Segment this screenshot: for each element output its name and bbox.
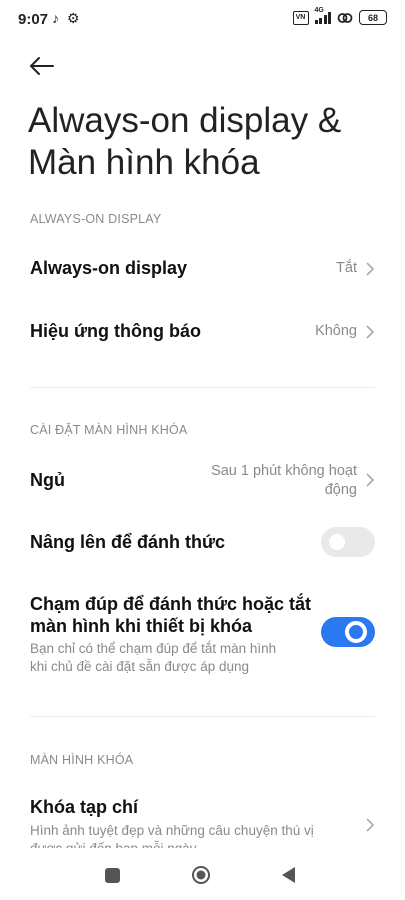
section-header-lock-screen: MÀN HÌNH KHÓA [30, 753, 134, 767]
tiktok-icon: ♪ [52, 10, 59, 26]
chevron-right-icon [366, 325, 375, 339]
sleep-value-line2: động [324, 482, 357, 498]
hotspot-icon [337, 12, 353, 23]
chevron-right-icon [366, 818, 375, 832]
chevron-right-icon [366, 262, 375, 276]
aod-row[interactable]: Always-on display Tắt [0, 246, 405, 292]
section-header-aod: ALWAYS-ON DISPLAY [30, 212, 162, 226]
status-bar: 9:07 ♪ ⚙ VN 4G 68 [0, 0, 405, 40]
section-header-lock-settings: CÀI ĐẶT MÀN HÌNH KHÓA [30, 423, 188, 437]
toggle-knob [329, 534, 345, 550]
signal-strength-icon: 4G [314, 7, 331, 24]
navigation-bar [0, 848, 405, 900]
sleep-label: Ngủ [30, 470, 65, 490]
aod-value: Tắt [336, 260, 357, 276]
double-tap-desc-line2: khi chủ đề cài đặt sẵn được áp dụng [30, 659, 250, 674]
aod-label: Always-on display [30, 258, 188, 278]
magazine-lock-row[interactable]: Khóa tạp chí Hình ảnh tuyệt đẹp và những… [0, 790, 405, 856]
home-button-icon[interactable] [191, 865, 211, 885]
double-tap-description: Bạn chỉ có thể chạm đúp để tắt màn hình … [30, 640, 330, 676]
battery-icon: 68 [359, 10, 387, 25]
notification-effect-label: Hiệu ứng thông báo [30, 321, 202, 341]
double-tap-label-line2: màn hình khi thiết bị khóa [30, 616, 253, 636]
raise-to-wake-label: Nâng lên để đánh thức [30, 532, 226, 552]
back-button[interactable] [26, 50, 58, 82]
sleep-row[interactable]: Ngủ Sau 1 phút không hoạt động [0, 456, 405, 504]
magazine-lock-label: Khóa tạp chí [30, 797, 139, 817]
raise-to-wake-toggle[interactable] [321, 527, 375, 557]
double-tap-toggle[interactable] [321, 617, 375, 647]
recents-button-icon[interactable] [105, 868, 120, 883]
chevron-right-icon [366, 473, 375, 487]
notification-effect-row[interactable]: Hiệu ứng thông báo Không [0, 309, 405, 355]
settings-gear-icon: ⚙ [66, 10, 80, 26]
nav-back-button-icon[interactable] [280, 866, 296, 884]
toggle-knob [345, 621, 367, 643]
back-arrow-icon [30, 57, 54, 75]
double-tap-label: Chạm đúp để đánh thức hoặc tắt màn hình … [30, 593, 311, 637]
raise-to-wake-row: Nâng lên để đánh thức [0, 522, 405, 564]
section-divider [30, 387, 375, 388]
status-left-icons: ♪ ⚙ [52, 10, 83, 27]
sim-card-icon: VN [292, 10, 309, 25]
double-tap-desc-line1: Bạn chỉ có thể chạm đúp để tắt màn hình [30, 641, 277, 656]
sleep-value-line1: Sau 1 phút không hoạt [211, 463, 357, 479]
status-right-icons: VN 4G 68 [292, 7, 387, 25]
status-time: 9:07 [18, 11, 49, 28]
sleep-value: Sau 1 phút không hoạt động [211, 462, 357, 500]
network-type-label: 4G [314, 7, 324, 14]
section-divider [30, 716, 375, 717]
page-title: Always-on display & Màn hình khóa [28, 101, 342, 182]
notification-effect-value: Không [315, 323, 357, 339]
double-tap-row: Chạm đúp để đánh thức hoặc tắt màn hình … [0, 590, 405, 682]
double-tap-label-line1: Chạm đúp để đánh thức hoặc tắt [30, 594, 312, 614]
magazine-lock-desc-line1: Hình ảnh tuyệt đẹp và những câu chuyện t… [30, 823, 314, 838]
